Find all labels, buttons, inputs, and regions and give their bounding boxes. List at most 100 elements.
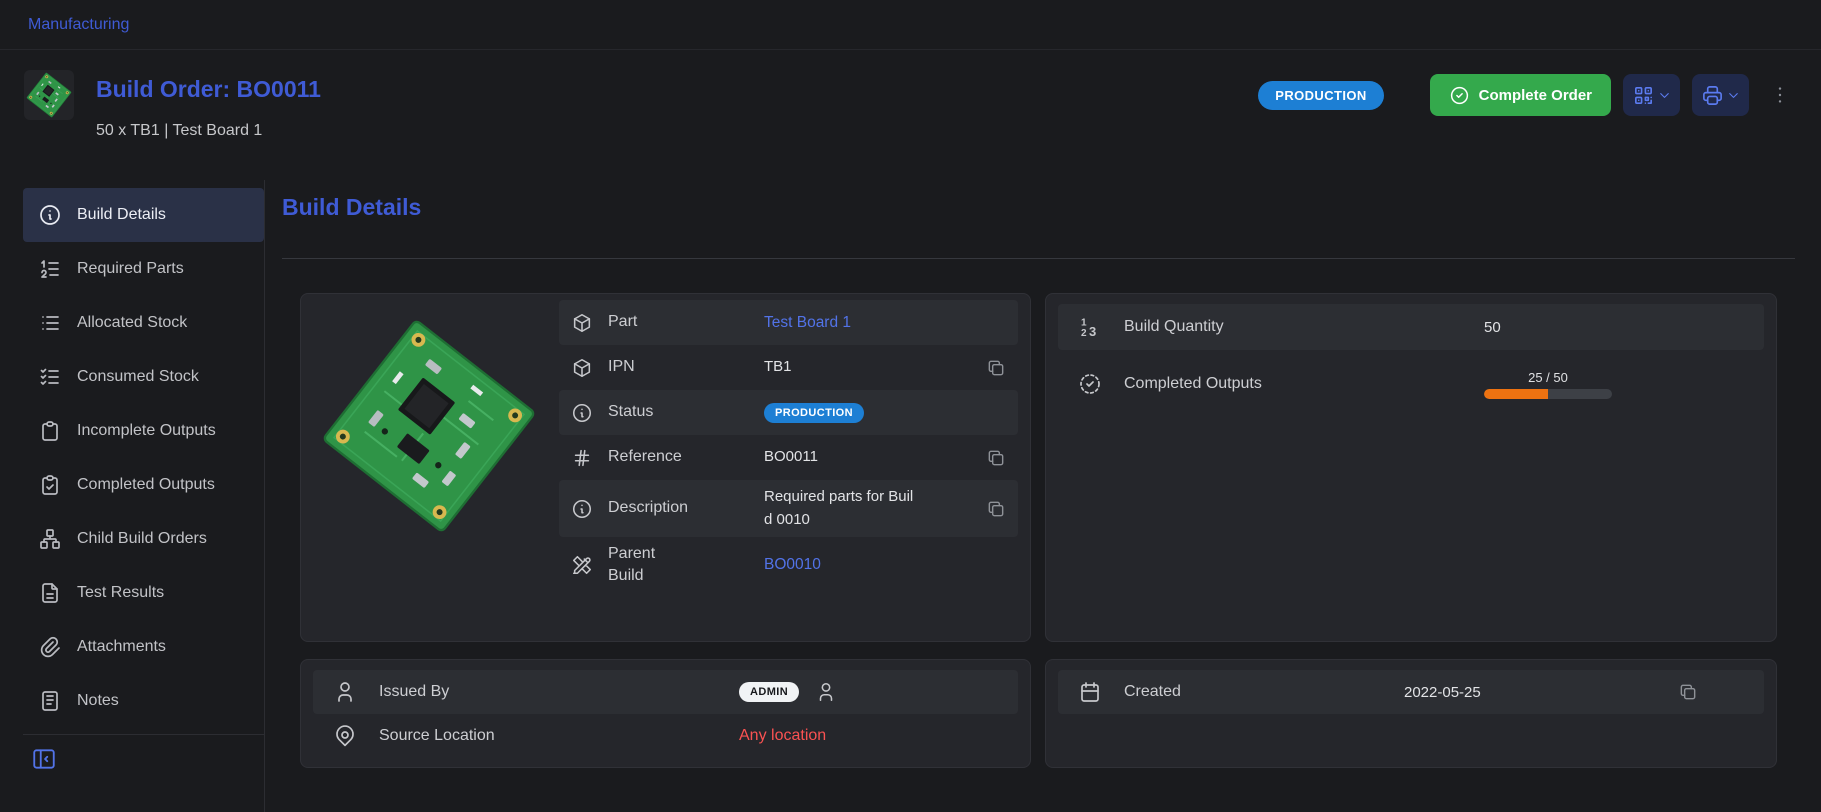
sidebar-item-incomplete-outputs[interactable]: Incomplete Outputs — [23, 404, 264, 458]
detail-row-part: PartTest Board 1 — [559, 300, 1018, 345]
complete-order-label: Complete Order — [1479, 87, 1592, 104]
sitemap-icon — [38, 527, 62, 551]
print-actions-button[interactable] — [1692, 74, 1749, 116]
detail-label: Reference — [608, 446, 764, 468]
content: Build Details Required Parts Allocated Sto… — [0, 180, 1821, 812]
ipn-value: TB1 — [764, 356, 792, 379]
sidebar-item-consumed-stock[interactable]: Consumed Stock — [23, 350, 264, 404]
collapse-sidebar-button[interactable] — [31, 746, 57, 772]
sidebar-item-label: Build Details — [77, 206, 166, 224]
part-image-graphic — [311, 308, 547, 544]
info-circle-icon — [38, 203, 62, 227]
copy-button[interactable] — [1678, 682, 1698, 702]
sidebar-item-label: Allocated Stock — [77, 314, 187, 332]
detail-row-description: DescriptionRequired parts for Build 0010 — [559, 480, 1018, 537]
copy-button[interactable] — [986, 499, 1006, 519]
detail-label: Part — [608, 311, 764, 333]
sidebar-item-required-parts[interactable]: Required Parts — [23, 242, 264, 296]
created-row: Created 2022-05-25 — [1058, 670, 1764, 714]
info-circle-icon — [571, 402, 593, 424]
page-title: Build Order: BO0011 — [96, 76, 321, 103]
hash-icon — [571, 447, 593, 469]
sidebar-item-build-details[interactable]: Build Details — [23, 188, 264, 242]
reference-value: BO0011 — [764, 446, 818, 469]
sidebar-item-label: Child Build Orders — [77, 530, 207, 548]
file-text-icon — [38, 581, 62, 605]
completed-outputs-label: Completed Outputs — [1124, 375, 1484, 393]
breadcrumb-manufacturing[interactable]: Manufacturing — [28, 16, 129, 34]
svg-text:3: 3 — [1089, 324, 1096, 339]
detail-row-reference: ReferenceBO0011 — [559, 435, 1018, 480]
status-badge: PRODUCTION — [1258, 81, 1383, 110]
part-thumbnail-graphic — [24, 70, 74, 120]
main-panel: Build Details PartTest Board 1IPNTB1Stat… — [265, 180, 1821, 812]
user-icon — [815, 681, 837, 703]
notes-icon — [38, 689, 62, 713]
details-grid: PartTest Board 1IPNTB1StatusPRODUCTIONRe… — [300, 293, 1777, 768]
sidebar-item-label: Notes — [77, 692, 119, 710]
sidebar-item-test-results[interactable]: Test Results — [23, 566, 264, 620]
sidebar-item-label: Completed Outputs — [77, 476, 215, 494]
svg-text:1: 1 — [1081, 318, 1087, 329]
sidebar-item-label: Incomplete Outputs — [77, 422, 216, 440]
build-quantity-label: Build Quantity — [1124, 318, 1484, 336]
title-block: Build Order: BO0011 50 x TB1 | Test Boar… — [96, 70, 321, 140]
list-icon — [38, 311, 62, 335]
source-location-label: Source Location — [379, 727, 739, 745]
part-thumbnail[interactable] — [24, 70, 74, 120]
created-label: Created — [1124, 683, 1404, 701]
chevron-down-icon — [1657, 88, 1672, 103]
copy-button[interactable] — [986, 448, 1006, 468]
sidebar-item-notes[interactable]: Notes — [23, 674, 264, 728]
part-image[interactable] — [311, 308, 547, 544]
package-icon — [571, 312, 593, 334]
detail-row-status: StatusPRODUCTION — [559, 390, 1018, 435]
completed-outputs-progress: 25 / 50 — [1484, 370, 1612, 399]
part-value[interactable]: Test Board 1 — [764, 314, 851, 332]
build-quantity-card: 123 Build Quantity 50 Completed Outputs … — [1045, 293, 1777, 642]
progress-label: 25 / 50 — [1528, 370, 1568, 385]
more-actions-button[interactable] — [1765, 77, 1795, 113]
barcode-actions-button[interactable] — [1623, 74, 1680, 116]
sidebar-item-attachments[interactable]: Attachments — [23, 620, 264, 674]
sidebar-item-completed-outputs[interactable]: Completed Outputs — [23, 458, 264, 512]
clipboard-icon — [38, 419, 62, 443]
issued-by-label: Issued By — [379, 683, 739, 701]
completed-outputs-row: Completed Outputs 25 / 50 — [1058, 358, 1764, 410]
sidebar-item-child-build-orders[interactable]: Child Build Orders — [23, 512, 264, 566]
detail-label: Description — [608, 497, 764, 519]
section-divider — [282, 258, 1795, 259]
map-pin-icon — [333, 724, 357, 748]
source-location-value: Any location — [739, 727, 826, 745]
copy-icon — [1678, 682, 1698, 702]
issued-by-row: Issued By ADMIN — [313, 670, 1018, 714]
complete-order-button[interactable]: Complete Order — [1430, 74, 1611, 116]
parent-build-value[interactable]: BO0010 — [764, 556, 821, 574]
clipboard-check-icon — [38, 473, 62, 497]
page-subtitle: 50 x TB1 | Test Board 1 — [96, 122, 321, 140]
detail-label: Parent Build — [608, 543, 764, 588]
sidebar: Build Details Required Parts Allocated Sto… — [0, 180, 265, 812]
detail-label: IPN — [608, 356, 764, 378]
issued-by-badge: ADMIN — [739, 682, 799, 702]
build-quantity-row: 123 Build Quantity 50 — [1058, 304, 1764, 350]
progress-fill — [1484, 389, 1548, 399]
build-details-card: PartTest Board 1IPNTB1StatusPRODUCTIONRe… — [300, 293, 1031, 642]
build-quantity-value: 50 — [1484, 319, 1501, 336]
sidebar-item-allocated-stock[interactable]: Allocated Stock — [23, 296, 264, 350]
chevron-down-icon — [1726, 88, 1741, 103]
info-circle-icon — [571, 498, 593, 520]
printer-icon — [1701, 84, 1724, 107]
list-check-icon — [38, 365, 62, 389]
created-card: Created 2022-05-25 — [1045, 659, 1777, 768]
status-value: PRODUCTION — [764, 403, 864, 423]
calendar-icon — [1078, 680, 1102, 704]
breadcrumb-bar: Manufacturing — [0, 0, 1821, 50]
header: Build Order: BO0011 50 x TB1 | Test Boar… — [0, 50, 1821, 180]
copy-button[interactable] — [986, 358, 1006, 378]
description-value: Required parts for Build 0010 — [764, 486, 916, 531]
sidebar-item-label: Attachments — [77, 638, 166, 656]
sidebar-item-label: Required Parts — [77, 260, 184, 278]
collapse-sidebar-icon — [31, 746, 57, 772]
package-icon — [571, 357, 593, 379]
